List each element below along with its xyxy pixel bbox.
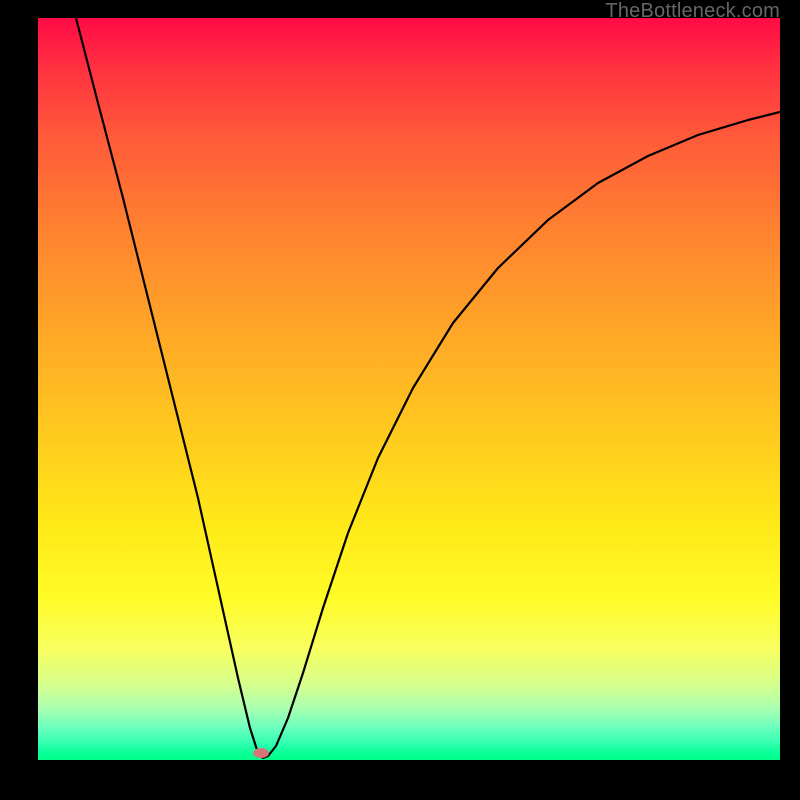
- curve-svg: [38, 18, 780, 760]
- chart-container: TheBottleneck.com: [0, 0, 800, 800]
- plot-area: [38, 18, 780, 760]
- optimal-point-marker: [253, 748, 269, 758]
- bottleneck-curve-path: [76, 18, 780, 758]
